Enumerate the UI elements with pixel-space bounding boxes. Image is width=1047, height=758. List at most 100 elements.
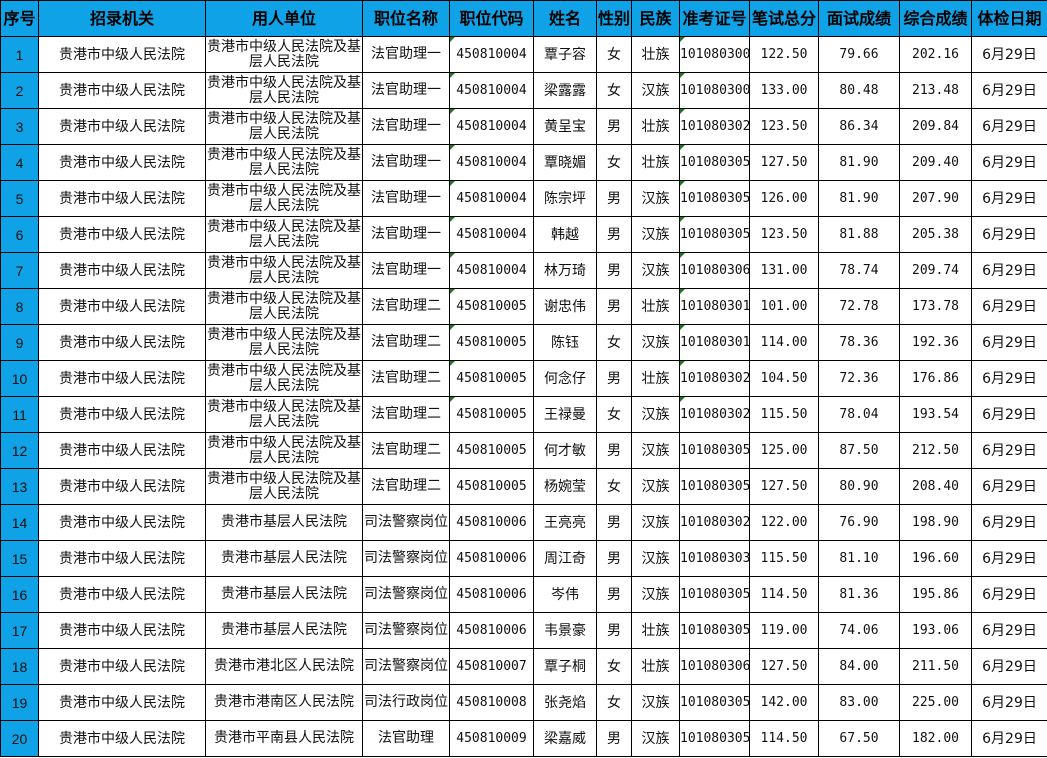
cell-written-score[interactable]: 123.50 bbox=[749, 216, 819, 253]
cell-position[interactable]: 法官助理一 bbox=[362, 72, 450, 109]
cell-name[interactable]: 陈宗坪 bbox=[533, 180, 597, 217]
cell-seq[interactable]: 8 bbox=[0, 288, 39, 325]
cell-ethnicity[interactable]: 汉族 bbox=[631, 504, 680, 541]
cell-interview-score[interactable]: 83.00 bbox=[818, 684, 900, 721]
cell-written-score[interactable]: 114.50 bbox=[749, 576, 819, 613]
cell-exam-date[interactable]: 6月29日 bbox=[971, 576, 1047, 613]
cell-total-score[interactable]: 173.78 bbox=[899, 288, 972, 325]
cell-position[interactable]: 法官助理二 bbox=[362, 288, 450, 325]
cell-interview-score[interactable]: 79.66 bbox=[818, 36, 900, 73]
cell-ethnicity[interactable]: 汉族 bbox=[631, 72, 680, 109]
cell-position[interactable]: 司法警察岗位 bbox=[362, 540, 450, 577]
cell-ethnicity[interactable]: 壮族 bbox=[631, 288, 680, 325]
cell-total-score[interactable]: 213.48 bbox=[899, 72, 972, 109]
cell-gender[interactable]: 男 bbox=[596, 216, 632, 253]
cell-interview-score[interactable]: 81.88 bbox=[818, 216, 900, 253]
cell-seq[interactable]: 4 bbox=[0, 144, 39, 181]
cell-seq[interactable]: 1 bbox=[0, 36, 39, 73]
cell-position[interactable]: 法官助理二 bbox=[362, 360, 450, 397]
cell-interview-score[interactable]: 84.00 bbox=[818, 648, 900, 685]
cell-interview-score[interactable]: 78.04 bbox=[818, 396, 900, 433]
cell-seq[interactable]: 19 bbox=[0, 684, 39, 721]
cell-unit[interactable]: 贵港市基层人民法院 bbox=[205, 576, 363, 613]
cell-ethnicity[interactable]: 汉族 bbox=[631, 684, 680, 721]
cell-agency[interactable]: 贵港市中级人民法院 bbox=[38, 180, 206, 217]
cell-seq[interactable]: 9 bbox=[0, 324, 39, 361]
cell-ethnicity[interactable]: 汉族 bbox=[631, 432, 680, 469]
cell-gender[interactable]: 男 bbox=[596, 576, 632, 613]
cell-unit[interactable]: 贵港市中级人民法院及基层人民法院 bbox=[205, 180, 363, 217]
cell-total-score[interactable]: 196.60 bbox=[899, 540, 972, 577]
cell-unit[interactable]: 贵港市基层人民法院 bbox=[205, 504, 363, 541]
cell-ethnicity[interactable]: 壮族 bbox=[631, 36, 680, 73]
cell-position[interactable]: 法官助理一 bbox=[362, 216, 450, 253]
cell-interview-score[interactable]: 80.90 bbox=[818, 468, 900, 505]
cell-unit[interactable]: 贵港市中级人民法院及基层人民法院 bbox=[205, 432, 363, 469]
cell-agency[interactable]: 贵港市中级人民法院 bbox=[38, 468, 206, 505]
cell-written-score[interactable]: 115.50 bbox=[749, 396, 819, 433]
cell-seq[interactable]: 18 bbox=[0, 648, 39, 685]
cell-seq[interactable]: 2 bbox=[0, 72, 39, 109]
cell-interview-score[interactable]: 72.36 bbox=[818, 360, 900, 397]
cell-agency[interactable]: 贵港市中级人民法院 bbox=[38, 396, 206, 433]
cell-gender[interactable]: 女 bbox=[596, 324, 632, 361]
cell-exam-date[interactable]: 6月29日 bbox=[971, 612, 1047, 649]
cell-ethnicity[interactable]: 壮族 bbox=[631, 648, 680, 685]
cell-code[interactable]: 450810008 bbox=[449, 684, 534, 721]
cell-name[interactable]: 韩越 bbox=[533, 216, 597, 253]
cell-agency[interactable]: 贵港市中级人民法院 bbox=[38, 72, 206, 109]
cell-position[interactable]: 司法警察岗位 bbox=[362, 504, 450, 541]
cell-written-score[interactable]: 127.50 bbox=[749, 468, 819, 505]
cell-code[interactable]: 450810005 bbox=[449, 324, 534, 361]
cell-name[interactable]: 林万琦 bbox=[533, 252, 597, 289]
cell-agency[interactable]: 贵港市中级人民法院 bbox=[38, 612, 206, 649]
cell-position[interactable]: 法官助理一 bbox=[362, 144, 450, 181]
cell-ticket[interactable]: 101080305613 bbox=[679, 468, 750, 505]
cell-exam-date[interactable]: 6月29日 bbox=[971, 180, 1047, 217]
cell-code[interactable]: 450810005 bbox=[449, 396, 534, 433]
cell-exam-date[interactable]: 6月29日 bbox=[971, 720, 1047, 757]
cell-name[interactable]: 黄呈宝 bbox=[533, 108, 597, 145]
cell-total-score[interactable]: 205.38 bbox=[899, 216, 972, 253]
cell-ticket[interactable]: 101080305424 bbox=[679, 432, 750, 469]
cell-interview-score[interactable]: 76.90 bbox=[818, 504, 900, 541]
cell-agency[interactable]: 贵港市中级人民法院 bbox=[38, 648, 206, 685]
cell-code[interactable]: 450810005 bbox=[449, 288, 534, 325]
cell-agency[interactable]: 贵港市中级人民法院 bbox=[38, 36, 206, 73]
cell-agency[interactable]: 贵港市中级人民法院 bbox=[38, 684, 206, 721]
cell-agency[interactable]: 贵港市中级人民法院 bbox=[38, 432, 206, 469]
cell-exam-date[interactable]: 6月29日 bbox=[971, 72, 1047, 109]
cell-agency[interactable]: 贵港市中级人民法院 bbox=[38, 576, 206, 613]
cell-seq[interactable]: 20 bbox=[0, 720, 39, 757]
cell-interview-score[interactable]: 78.74 bbox=[818, 252, 900, 289]
cell-code[interactable]: 450810006 bbox=[449, 540, 534, 577]
cell-code[interactable]: 450810006 bbox=[449, 504, 534, 541]
cell-exam-date[interactable]: 6月29日 bbox=[971, 396, 1047, 433]
cell-code[interactable]: 450810005 bbox=[449, 360, 534, 397]
cell-total-score[interactable]: 208.40 bbox=[899, 468, 972, 505]
cell-ethnicity[interactable]: 壮族 bbox=[631, 144, 680, 181]
cell-ticket[interactable]: 101080302003 bbox=[679, 108, 750, 145]
cell-written-score[interactable]: 119.00 bbox=[749, 612, 819, 649]
cell-unit[interactable]: 贵港市中级人民法院及基层人民法院 bbox=[205, 252, 363, 289]
cell-name[interactable]: 谢忠伟 bbox=[533, 288, 597, 325]
cell-ethnicity[interactable]: 汉族 bbox=[631, 576, 680, 613]
cell-written-score[interactable]: 127.50 bbox=[749, 648, 819, 685]
cell-ticket[interactable]: 101080302606 bbox=[679, 504, 750, 541]
cell-ethnicity[interactable]: 汉族 bbox=[631, 324, 680, 361]
cell-gender[interactable]: 女 bbox=[596, 144, 632, 181]
cell-gender[interactable]: 女 bbox=[596, 36, 632, 73]
cell-total-score[interactable]: 209.74 bbox=[899, 252, 972, 289]
cell-ethnicity[interactable]: 壮族 bbox=[631, 108, 680, 145]
cell-gender[interactable]: 男 bbox=[596, 612, 632, 649]
cell-ethnicity[interactable]: 汉族 bbox=[631, 720, 680, 757]
cell-exam-date[interactable]: 6月29日 bbox=[971, 108, 1047, 145]
cell-ticket[interactable]: 101080306418 bbox=[679, 252, 750, 289]
cell-ethnicity[interactable]: 汉族 bbox=[631, 468, 680, 505]
cell-written-score[interactable]: 101.00 bbox=[749, 288, 819, 325]
cell-ethnicity[interactable]: 汉族 bbox=[631, 216, 680, 253]
cell-ethnicity[interactable]: 汉族 bbox=[631, 396, 680, 433]
cell-written-score[interactable]: 122.50 bbox=[749, 36, 819, 73]
cell-ticket[interactable]: 101080303202 bbox=[679, 540, 750, 577]
cell-seq[interactable]: 17 bbox=[0, 612, 39, 649]
